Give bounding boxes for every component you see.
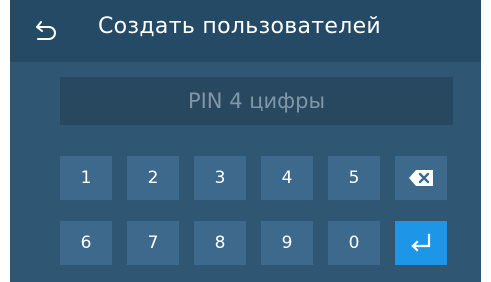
key-8[interactable]: 8 (194, 221, 246, 265)
header-bar: Создать пользователей (10, 0, 481, 62)
key-4[interactable]: 4 (261, 156, 313, 200)
key-1[interactable]: 1 (60, 156, 112, 200)
undo-arrow-icon (36, 21, 56, 40)
backspace-icon (409, 170, 433, 186)
backspace-button[interactable] (395, 156, 447, 200)
key-6[interactable]: 6 (60, 221, 112, 265)
create-users-screen: Создать пользователей PIN 4 цифры 1 2 3 … (10, 0, 481, 282)
enter-button[interactable] (395, 221, 447, 265)
page-title: Создать пользователей (98, 14, 382, 39)
key-9[interactable]: 9 (261, 221, 313, 265)
enter-return-icon (411, 233, 431, 252)
key-2[interactable]: 2 (127, 156, 179, 200)
pin-placeholder: PIN 4 цифры (187, 89, 326, 113)
key-3[interactable]: 3 (194, 156, 246, 200)
key-0[interactable]: 0 (328, 221, 380, 265)
pin-input-field[interactable]: PIN 4 цифры (60, 77, 453, 125)
back-icon[interactable] (34, 18, 60, 44)
key-5[interactable]: 5 (328, 156, 380, 200)
key-7[interactable]: 7 (127, 221, 179, 265)
